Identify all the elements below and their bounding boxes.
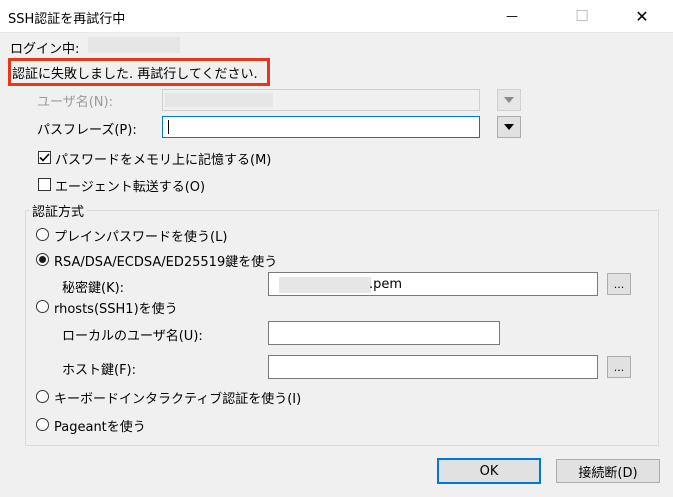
pageant-radio[interactable] <box>36 418 49 431</box>
ok-button[interactable]: OK <box>437 458 541 484</box>
redacted-username <box>165 93 273 107</box>
browse-label: ... <box>613 277 625 291</box>
passphrase-dropdown-button[interactable] <box>497 116 521 138</box>
passphrase-input[interactable] <box>162 116 480 138</box>
pageant-label[interactable]: Pageantを使う <box>54 416 146 435</box>
private-key-label: 秘密鍵(K): <box>62 281 125 296</box>
auth-method-title: 認証方式 <box>30 201 87 220</box>
close-icon: ✕ <box>635 6 649 26</box>
username-dropdown-button[interactable] <box>497 89 521 111</box>
plain-password-radio[interactable] <box>36 228 49 241</box>
title-divider <box>0 32 673 33</box>
remember-password-label[interactable]: パスワードをメモリ上に記憶する(M) <box>55 149 271 168</box>
keyboard-interactive-radio[interactable] <box>36 390 49 403</box>
logging-in-label: ログイン中: <box>10 42 80 57</box>
local-user-label: ローカルのユーザ名(U): <box>62 329 203 344</box>
host-key-input[interactable] <box>268 355 598 379</box>
private-key-value: .pem <box>369 277 403 292</box>
username-label: ユーザ名(N): <box>37 95 113 110</box>
private-key-browse-button[interactable]: ... <box>607 273 631 295</box>
checkmark-icon <box>39 153 50 162</box>
local-user-input[interactable] <box>268 321 500 345</box>
private-key-input[interactable]: .pem <box>268 272 598 296</box>
minimize-button[interactable]: — <box>489 0 535 32</box>
browse-label: ... <box>613 360 625 374</box>
agent-forwarding-checkbox[interactable] <box>38 178 51 191</box>
text-caret <box>168 120 169 134</box>
rhosts-radio[interactable] <box>36 300 49 313</box>
minimize-icon: — <box>506 9 518 23</box>
agent-forwarding-label[interactable]: エージェント転送する(O) <box>55 176 205 195</box>
maximize-icon: ☐ <box>575 7 589 25</box>
close-button[interactable]: ✕ <box>619 0 665 32</box>
radio-selected-dot <box>39 256 46 263</box>
plain-password-label[interactable]: プレインパスワードを使う(L) <box>54 226 227 245</box>
triangle-down-icon <box>504 124 514 130</box>
maximize-button[interactable]: ☐ <box>559 0 605 32</box>
triangle-down-icon <box>504 97 514 103</box>
disconnect-button[interactable]: 接続断(D) <box>556 459 660 483</box>
redacted-host <box>88 37 180 53</box>
host-key-label: ホスト鍵(F): <box>62 363 137 378</box>
error-message: 認証に失敗しました. 再試行してください. <box>12 67 258 82</box>
rsa-key-label[interactable]: RSA/DSA/ECDSA/ED25519鍵を使う <box>54 251 277 270</box>
rsa-key-radio[interactable] <box>36 253 49 266</box>
redacted-key-path <box>279 277 371 293</box>
remember-password-checkbox[interactable] <box>38 151 51 164</box>
keyboard-interactive-label[interactable]: キーボードインタラクティブ認証を使う(I) <box>54 388 301 407</box>
ok-label: OK <box>479 463 499 479</box>
host-key-browse-button[interactable]: ... <box>607 356 631 378</box>
window-title: SSH認証を再試行中 <box>8 12 126 27</box>
rhosts-label[interactable]: rhosts(SSH1)を使う <box>54 298 178 317</box>
username-combobox[interactable] <box>162 89 480 111</box>
passphrase-label: パスフレーズ(P): <box>37 123 137 138</box>
disconnect-label: 接続断(D) <box>578 465 638 481</box>
